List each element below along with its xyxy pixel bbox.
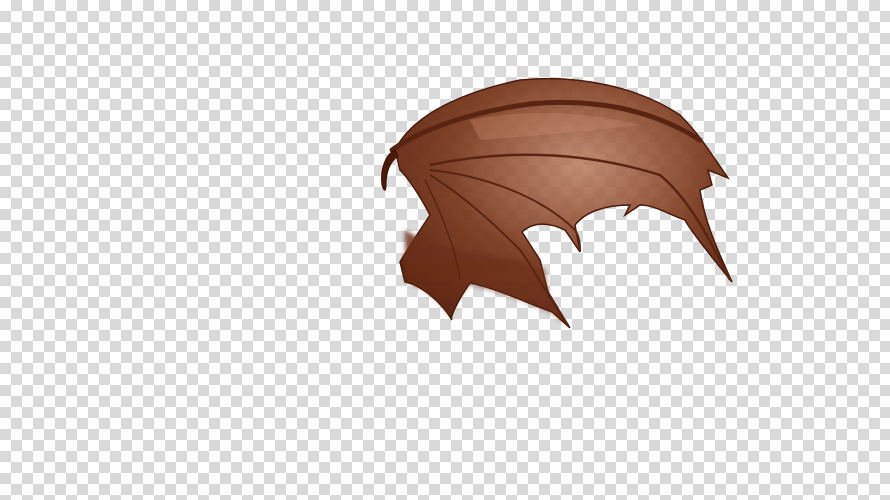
- wing-claw: [381, 149, 399, 191]
- transparent-canvas: [0, 0, 890, 500]
- dragon-wing-image: [381, 77, 733, 329]
